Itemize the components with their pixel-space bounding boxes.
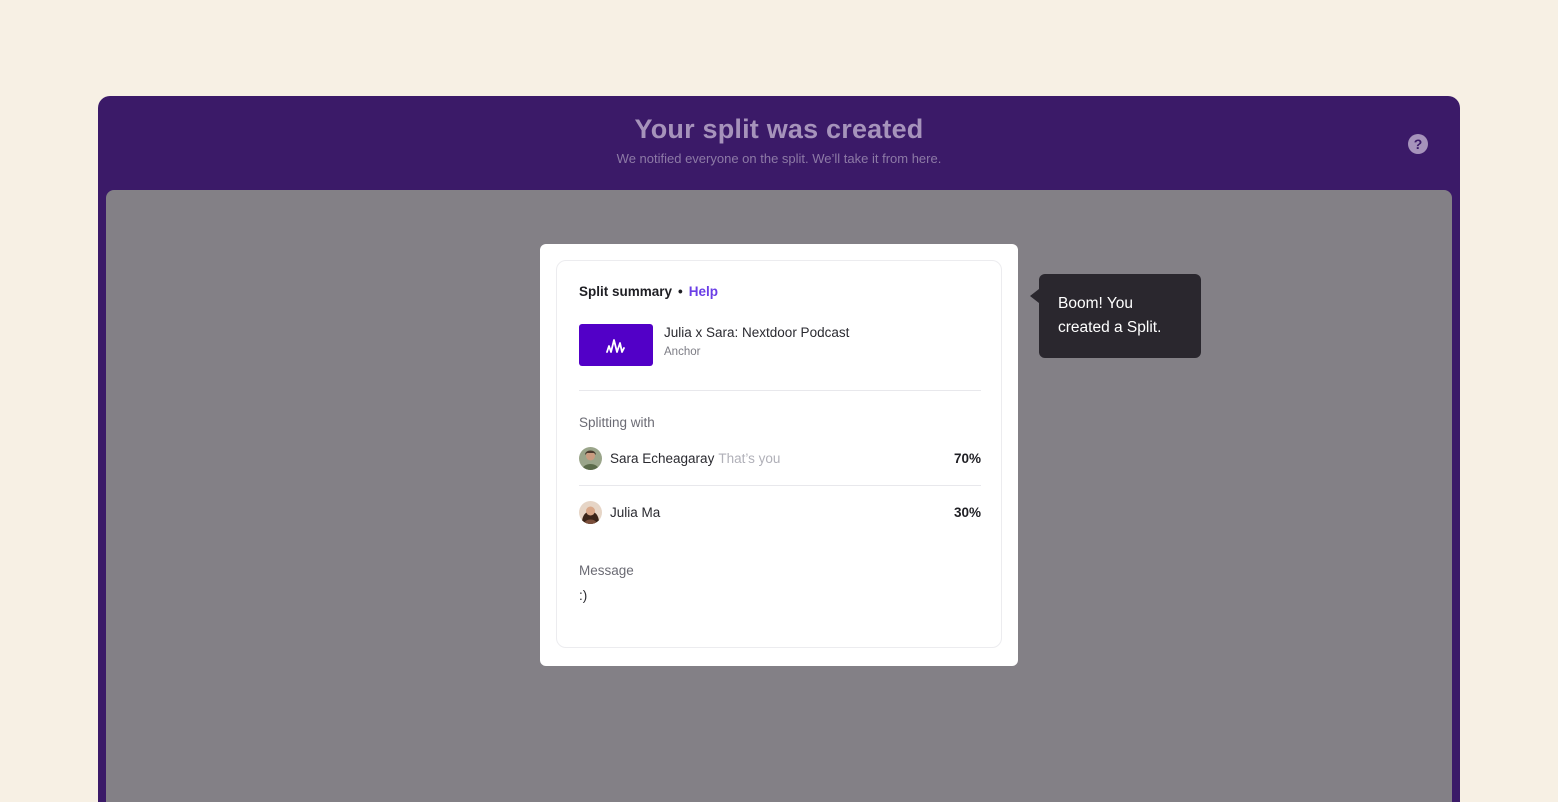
member-percent: 70% [953,451,981,466]
member-percent: 30% [953,505,981,520]
podcast-title: Julia x Sara: Nextdoor Podcast [664,325,850,340]
divider [579,390,981,391]
split-summary-card: Split summary • Help Julia x Sara: Nextdoo… [540,244,1018,666]
tooltip-arrow [1030,289,1039,303]
message-text: :) [579,588,588,603]
podcast-thumbnail [579,324,653,366]
member-note: That’s you [718,451,781,466]
tooltip-line-2: created a Split. [1058,319,1162,336]
page-title: Your split was created [634,114,924,144]
anchor-logo-icon [606,339,625,353]
summary-title: Split summary [579,284,673,299]
split-member-row: Sara Echeagaray That’s you 70% [579,447,981,471]
success-tooltip: Boom! You created a Split. [1030,274,1201,358]
member-name-wrap: Julia Ma [610,505,660,520]
split-summary-panel: Split summary • Help Julia x Sara: Nextdoo… [556,260,1002,648]
help-icon[interactable]: ? [1408,134,1428,154]
avatar [579,501,602,524]
podcast-source: Anchor [664,346,701,358]
split-member-row: Julia Ma 30% [579,501,981,525]
splitting-with-label: Splitting with [579,415,655,430]
tooltip-line-1: Boom! You [1058,295,1133,312]
page-subtitle: We notified everyone on the split. We’ll… [616,151,942,166]
separator-dot: • [678,284,683,299]
divider [579,485,981,486]
member-name: Julia Ma [610,505,661,520]
help-link[interactable]: Help [689,284,718,299]
member-name: Sara Echeagaray [610,451,715,466]
summary-header: Split summary • Help [579,284,718,299]
member-name-wrap: Sara Echeagaray That’s you [610,451,780,466]
header: Your split was created We notified every… [98,96,1460,190]
avatar [579,447,602,470]
message-label: Message [579,563,634,578]
